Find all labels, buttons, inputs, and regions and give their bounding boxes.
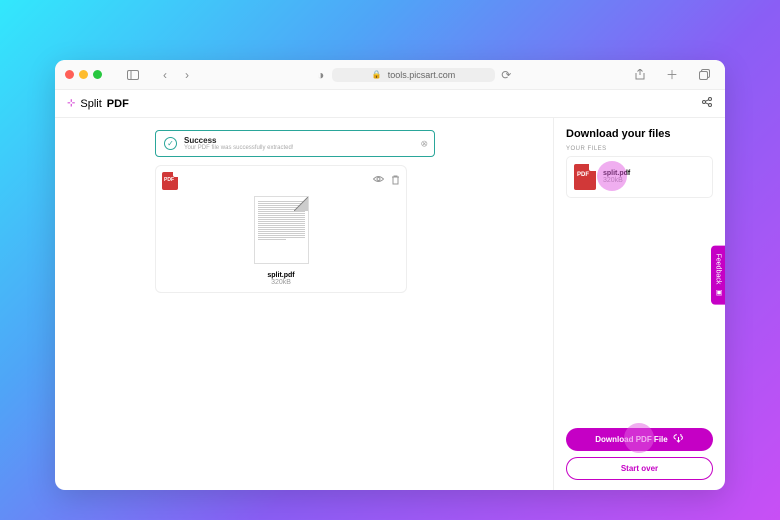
sidebar-toggle-icon[interactable]	[122, 64, 144, 86]
app-share-icon[interactable]	[701, 96, 713, 111]
main-area: ✓ Success Your PDF file was successfully…	[55, 118, 553, 490]
address-bar[interactable]: 🔒 tools.picsart.com	[332, 68, 496, 82]
tabs-overview-icon[interactable]	[693, 64, 715, 86]
fullscreen-window-icon[interactable]	[93, 70, 102, 79]
feedback-tab[interactable]: Feedback ▣	[711, 246, 725, 305]
minimize-window-icon[interactable]	[79, 70, 88, 79]
success-banner: ✓ Success Your PDF file was successfully…	[155, 130, 435, 157]
success-icon: ✓	[164, 137, 177, 150]
delete-trash-icon[interactable]	[391, 175, 400, 187]
tile-filename: split.pdf	[603, 170, 630, 177]
lock-icon: 🔒	[372, 70, 382, 79]
brand-bold: PDF	[107, 98, 129, 110]
download-cloud-icon	[673, 434, 684, 445]
feedback-chat-icon: ▣	[714, 288, 722, 296]
pdf-badge-icon	[162, 172, 178, 190]
feedback-label: Feedback	[715, 254, 722, 285]
start-over-label: Start over	[621, 464, 658, 473]
close-window-icon[interactable]	[65, 70, 74, 79]
preview-eye-icon[interactable]	[373, 175, 384, 187]
browser-window: ‹ › ◑ 🔒 tools.picsart.com ⟳ ＋ ⊹ Split PD…	[55, 60, 725, 490]
preview-filename: split.pdf	[162, 272, 400, 279]
url-text: tools.picsart.com	[388, 70, 456, 80]
page-thumbnail	[254, 196, 309, 264]
shield-icon[interactable]: ◑	[310, 64, 332, 86]
tile-filesize: 320kB	[603, 177, 630, 184]
panel-label: YOUR FILES	[566, 146, 713, 152]
success-subtitle: Your PDF file was successfully extracted…	[184, 145, 294, 151]
app-header: ⊹ Split PDF	[55, 90, 725, 118]
brand-prefix: Split	[80, 98, 101, 110]
workspace: ✓ Success Your PDF file was successfully…	[55, 118, 725, 490]
success-title: Success	[184, 136, 294, 145]
download-button[interactable]: Download PDF File	[566, 428, 713, 451]
download-button-label: Download PDF File	[595, 435, 667, 444]
reload-icon[interactable]: ⟳	[495, 64, 517, 86]
start-over-button[interactable]: Start over	[566, 457, 713, 480]
nav-back-icon[interactable]: ‹	[154, 64, 176, 86]
brand: ⊹ Split PDF	[67, 98, 129, 110]
close-banner-icon[interactable]: ⊗	[420, 138, 428, 149]
brand-icon: ⊹	[67, 98, 75, 109]
nav-forward-icon[interactable]: ›	[176, 64, 198, 86]
download-file-tile[interactable]: split.pdf 320kB	[566, 156, 713, 198]
traffic-lights	[65, 70, 102, 79]
browser-chrome: ‹ › ◑ 🔒 tools.picsart.com ⟳ ＋	[55, 60, 725, 90]
panel-heading: Download your files	[566, 128, 713, 140]
file-preview-card: split.pdf 320kB	[155, 165, 407, 293]
new-tab-icon[interactable]: ＋	[661, 64, 683, 86]
pdf-badge-large-icon	[574, 164, 596, 190]
preview-filesize: 320kB	[162, 279, 400, 286]
download-panel: Download your files YOUR FILES split.pdf…	[553, 118, 725, 490]
share-browser-icon[interactable]	[629, 64, 651, 86]
